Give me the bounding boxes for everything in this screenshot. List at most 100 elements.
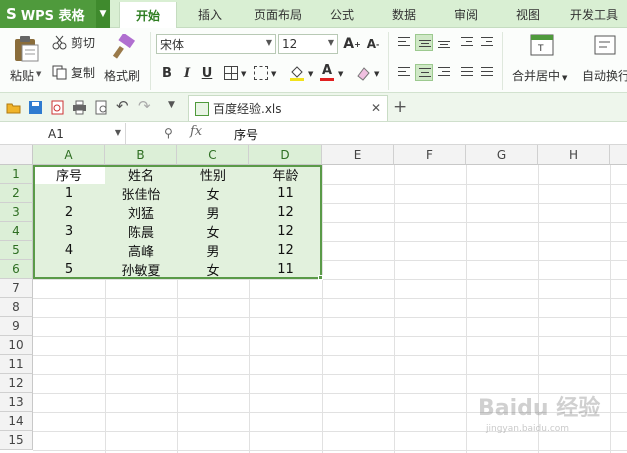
zoom-search-icon[interactable]: ⚲ — [164, 126, 173, 140]
table-header-cell[interactable]: 姓名 — [105, 165, 177, 184]
row-header[interactable]: 3 — [0, 203, 33, 222]
table-header-cell[interactable]: 年龄 — [249, 165, 322, 184]
tab-data[interactable]: 数据 — [382, 0, 426, 28]
undo-icon[interactable]: ↶ — [116, 97, 131, 115]
merge-center-button[interactable]: T 合并居中 ▼ — [510, 32, 576, 88]
row-header[interactable]: 15 — [0, 431, 33, 450]
column-header-i[interactable] — [610, 145, 627, 165]
column-header-g[interactable]: G — [466, 145, 538, 165]
table-cell[interactable]: 12 — [249, 203, 322, 222]
align-left-icon[interactable] — [395, 64, 413, 81]
table-cell[interactable]: 3 — [33, 222, 105, 241]
chevron-down-icon[interactable]: ▼ — [241, 70, 246, 78]
paste-button[interactable]: 粘贴 ▼ — [6, 32, 46, 88]
clear-format-icon[interactable] — [355, 64, 373, 82]
row-header[interactable]: 1 — [0, 165, 33, 184]
table-cell[interactable]: 陈晨 — [105, 222, 177, 241]
column-header-b[interactable]: B — [105, 145, 177, 165]
row-header[interactable]: 7 — [0, 279, 33, 298]
chevron-down-icon[interactable]: ▼ — [308, 70, 313, 78]
fill-color-icon[interactable] — [288, 64, 306, 82]
borders-icon[interactable] — [224, 66, 238, 80]
table-cell[interactable]: 11 — [249, 260, 322, 279]
table-cell[interactable]: 5 — [33, 260, 105, 279]
row-header[interactable]: 6 — [0, 260, 33, 279]
app-menu-dropdown-icon[interactable]: ▼ — [96, 0, 110, 28]
font-color-icon[interactable]: A — [318, 63, 336, 82]
fill-pattern-icon[interactable] — [254, 66, 268, 80]
increase-font-size-icon[interactable]: A + — [343, 35, 361, 53]
table-cell[interactable]: 男 — [177, 203, 249, 222]
name-box[interactable]: A1 ▼ — [0, 123, 126, 144]
row-header[interactable]: 14 — [0, 412, 33, 431]
decrease-indent-icon[interactable] — [458, 34, 476, 51]
cut-button[interactable]: 剪切 — [52, 34, 95, 51]
align-middle-icon[interactable] — [415, 34, 433, 51]
table-cell[interactable]: 12 — [249, 241, 322, 260]
tab-view[interactable]: 视图 — [506, 0, 550, 28]
table-header-cell[interactable]: 性别 — [177, 165, 249, 184]
function-icon[interactable]: fx — [190, 124, 202, 139]
print-icon[interactable] — [72, 100, 87, 115]
export-pdf-icon[interactable] — [50, 100, 65, 115]
table-cell[interactable]: 女 — [177, 184, 249, 203]
format-painter-button[interactable]: 格式刷 — [104, 32, 144, 88]
row-header[interactable]: 8 — [0, 298, 33, 317]
table-cell[interactable]: 1 — [33, 184, 105, 203]
bold-icon[interactable]: B — [158, 64, 176, 82]
table-cell[interactable]: 女 — [177, 222, 249, 241]
close-icon[interactable]: ✕ — [371, 101, 381, 115]
align-right-icon[interactable] — [435, 64, 453, 81]
row-header[interactable]: 12 — [0, 374, 33, 393]
tab-formula[interactable]: 公式 — [320, 0, 364, 28]
font-name-select[interactable]: 宋体 ▼ — [156, 34, 276, 54]
table-cell[interactable]: 刘猛 — [105, 203, 177, 222]
font-size-select[interactable]: 12 ▼ — [278, 34, 338, 54]
wrap-text-button[interactable]: 自动换行 — [580, 32, 627, 88]
tab-home[interactable]: 开始 — [119, 2, 177, 29]
decrease-font-size-icon[interactable]: A- — [364, 35, 382, 53]
chevron-down-icon[interactable]: ▼ — [374, 70, 379, 78]
table-cell[interactable]: 孙敏夏 — [105, 260, 177, 279]
column-header-e[interactable]: E — [322, 145, 394, 165]
table-cell[interactable]: 4 — [33, 241, 105, 260]
document-tab[interactable]: 百度经验.xls ✕ — [188, 95, 388, 121]
align-center-icon[interactable] — [415, 64, 433, 81]
table-cell[interactable]: 11 — [249, 184, 322, 203]
table-cell[interactable]: 女 — [177, 260, 249, 279]
row-header[interactable]: 5 — [0, 241, 33, 260]
italic-icon[interactable]: I — [178, 64, 196, 82]
table-cell[interactable]: 张佳怡 — [105, 184, 177, 203]
new-tab-icon[interactable]: + — [393, 97, 407, 117]
tab-insert[interactable]: 插入 — [186, 0, 234, 28]
copy-button[interactable]: 复制 — [52, 64, 95, 81]
table-cell[interactable]: 男 — [177, 241, 249, 260]
row-header[interactable]: 10 — [0, 336, 33, 355]
table-cell[interactable]: 高峰 — [105, 241, 177, 260]
print-preview-icon[interactable] — [94, 100, 109, 115]
row-header[interactable]: 13 — [0, 393, 33, 412]
formula-input[interactable]: 序号 — [234, 126, 258, 143]
column-header-a[interactable]: A — [33, 145, 105, 165]
table-cell[interactable]: 12 — [249, 222, 322, 241]
align-top-icon[interactable] — [395, 34, 413, 51]
column-header-h[interactable]: H — [538, 145, 610, 165]
chevron-down-icon[interactable]: ▼ — [271, 70, 276, 78]
paste-dropdown-icon[interactable]: ▼ — [36, 70, 41, 78]
align-bottom-icon[interactable] — [435, 34, 453, 51]
customize-quick-access-icon[interactable]: ▼ — [168, 100, 183, 115]
app-menu-button[interactable]: S WPS 表格 — [0, 0, 96, 28]
table-cell[interactable]: 2 — [33, 203, 105, 222]
save-icon[interactable] — [28, 100, 43, 115]
tab-review[interactable]: 审阅 — [444, 0, 488, 28]
row-header[interactable]: 11 — [0, 355, 33, 374]
tab-page-layout[interactable]: 页面布局 — [246, 0, 310, 28]
tab-developer[interactable]: 开发工具 — [563, 0, 625, 28]
redo-icon[interactable]: ↷ — [138, 97, 153, 115]
underline-icon[interactable]: U — [198, 64, 216, 82]
row-header[interactable]: 2 — [0, 184, 33, 203]
chevron-down-icon[interactable]: ▼ — [338, 70, 343, 78]
justify-icon[interactable] — [458, 64, 476, 81]
increase-indent-icon[interactable] — [478, 34, 496, 51]
table-header-cell[interactable]: 序号 — [33, 165, 105, 184]
